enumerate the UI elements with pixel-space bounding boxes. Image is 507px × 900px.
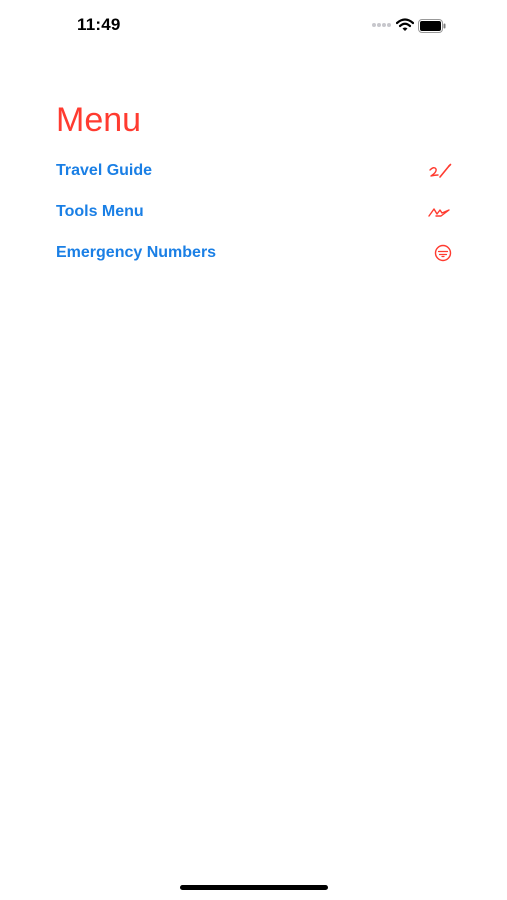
status-time: 11:49 <box>77 15 121 34</box>
page-title: Menu <box>56 101 142 139</box>
menu-item-tools-menu[interactable]: Tools Menu <box>56 193 454 234</box>
cell-signal-icon <box>372 23 391 27</box>
home-indicator[interactable] <box>180 885 328 890</box>
menu-item-travel-guide[interactable]: Travel Guide <box>56 152 454 193</box>
wifi-icon <box>396 18 414 31</box>
scribble-icon <box>428 208 450 217</box>
status-icons <box>372 16 448 36</box>
battery-icon <box>418 19 446 33</box>
menu-item-label: Tools Menu <box>56 203 144 220</box>
menu-list: Travel Guide Tools Menu Emergency Number… <box>56 152 454 275</box>
status-bar: 11:49 <box>0 0 507 50</box>
signature-icon <box>429 163 452 178</box>
menu-item-label: Travel Guide <box>56 162 153 179</box>
menu-item-emergency-numbers[interactable]: Emergency Numbers <box>56 234 454 275</box>
menu-item-label: Emergency Numbers <box>56 244 217 261</box>
sos-icon <box>434 244 452 262</box>
